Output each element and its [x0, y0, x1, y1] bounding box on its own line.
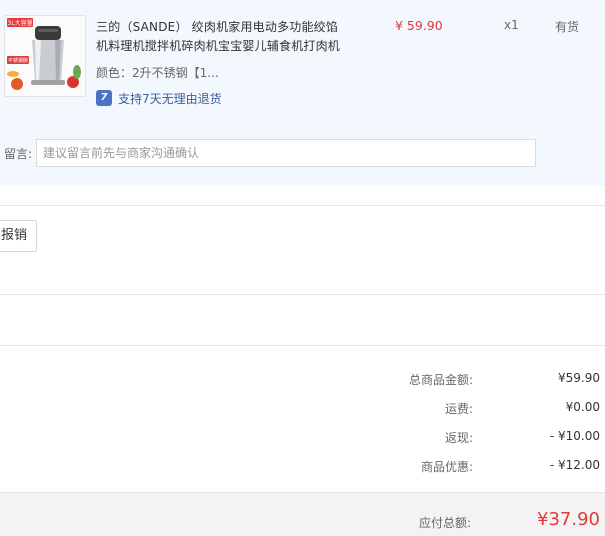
shipping-label: 运费:	[444, 402, 473, 416]
total-bar	[0, 492, 605, 536]
product-price: ¥ 59.90	[395, 18, 443, 33]
thumbnail-badge-text: 3L大容量	[7, 19, 32, 27]
product-thumbnail[interactable]: 3L大容量 不锈钢碗	[4, 15, 86, 97]
product-quantity: x1	[504, 18, 519, 32]
product-title-line1[interactable]: 三的（SANDE） 绞肉机家用电动多功能绞馅	[96, 18, 338, 35]
remark-label: 留言:	[4, 147, 33, 161]
return-7day-icon: 7	[96, 90, 112, 106]
cashback-value: - ¥10.00	[549, 429, 600, 443]
total-value: ¥37.90	[537, 509, 600, 530]
meat-grinder-image: 3L大容量 不锈钢碗	[5, 16, 85, 96]
divider	[0, 345, 605, 346]
subtotal-value: ¥59.90	[558, 371, 600, 385]
discount-label: 商品优惠:	[420, 460, 473, 474]
reimburse-button[interactable]: 报销	[0, 220, 37, 252]
divider	[0, 294, 605, 295]
return-policy-text: 支持7天无理由退货	[118, 91, 222, 106]
subtotal-label: 总商品金额:	[408, 373, 473, 387]
divider	[0, 205, 605, 206]
cashback-label: 返现:	[444, 431, 473, 445]
shipping-value: ¥0.00	[565, 400, 600, 414]
remark-input[interactable]	[36, 139, 536, 167]
return-policy: 7 支持7天无理由退货	[96, 89, 222, 107]
thumbnail-tag-text: 不锈钢碗	[8, 57, 28, 64]
discount-value: - ¥12.00	[549, 458, 600, 472]
product-variant: 颜色：2升不锈钢【1...	[96, 66, 219, 80]
stock-status: 有货	[555, 20, 580, 34]
total-label: 应付总额:	[418, 516, 471, 530]
product-title-line2[interactable]: 机料理机搅拌机碎肉机宝宝婴儿辅食机打肉机	[96, 37, 340, 54]
